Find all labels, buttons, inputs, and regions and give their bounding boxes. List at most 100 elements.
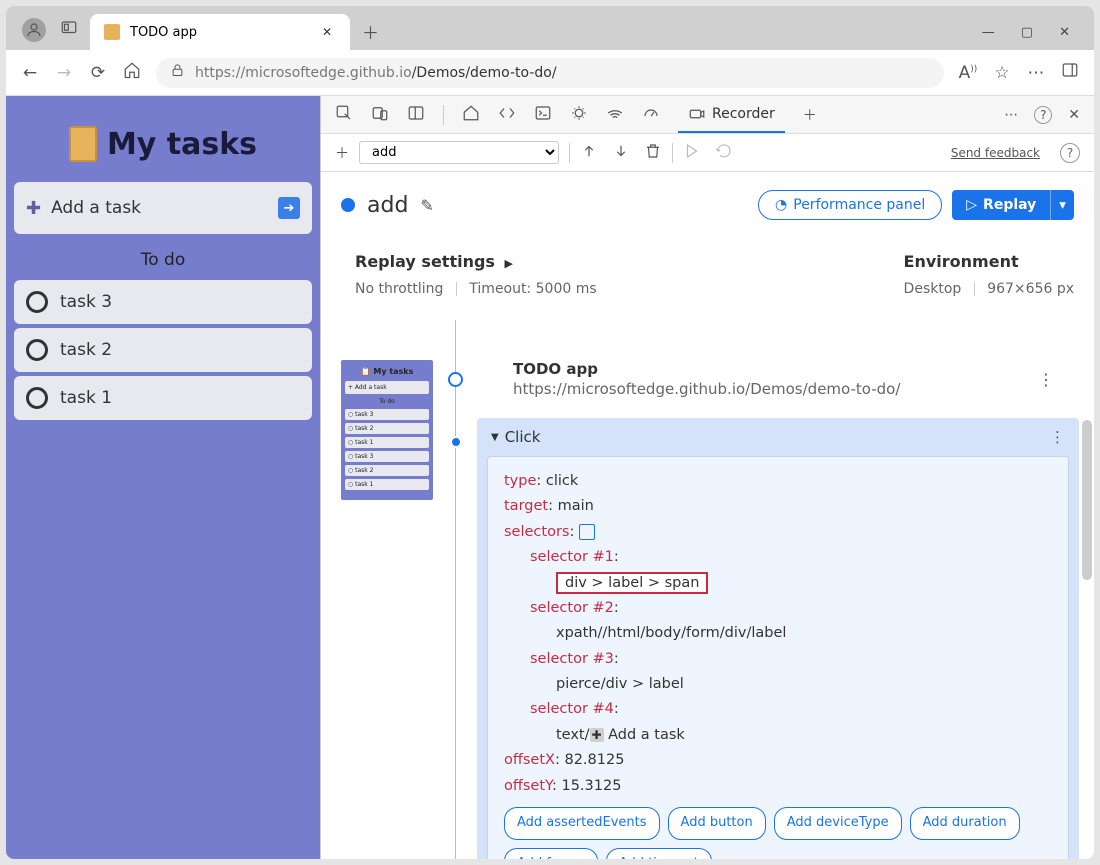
- help-icon[interactable]: ?: [1060, 143, 1080, 163]
- workspaces-icon[interactable]: [60, 19, 78, 41]
- settings-row: Replay settings ▶ No throttling Timeout:…: [321, 238, 1094, 320]
- task-checkbox[interactable]: [26, 339, 48, 361]
- step-url: https://microsoftedge.github.io/Demos/de…: [513, 380, 1064, 398]
- import-icon[interactable]: [612, 142, 630, 164]
- step-title: TODO app: [513, 360, 1064, 378]
- selector-1-input[interactable]: div > label > span: [556, 572, 708, 594]
- close-tab-icon[interactable]: ✕: [318, 23, 336, 41]
- devtools-close-icon[interactable]: ✕: [1068, 107, 1080, 123]
- delete-icon[interactable]: [644, 142, 662, 164]
- app-title: My tasks: [107, 127, 257, 162]
- step-more-icon[interactable]: ⋮: [1038, 370, 1054, 389]
- recording-header: add ✎ ◔Performance panel ▷Replay ▾: [321, 172, 1094, 238]
- timeline-area: 📋 My tasks + Add a task To do ○ task 3 ○…: [321, 320, 1094, 859]
- performance-panel-button[interactable]: ◔Performance panel: [758, 190, 942, 220]
- performance-tab-icon[interactable]: [642, 104, 660, 126]
- new-recording-button[interactable]: ＋: [335, 143, 349, 163]
- task-label: task 1: [60, 388, 112, 408]
- play-icon: ▷: [966, 197, 977, 213]
- replay-dropdown[interactable]: ▾: [1050, 190, 1074, 220]
- recorder-tab[interactable]: Recorder: [678, 96, 785, 133]
- browser-tab[interactable]: TODO app ✕: [90, 14, 350, 50]
- click-more-icon[interactable]: ⋮: [1050, 428, 1065, 446]
- click-step-body: type: click target: main selectors: sele…: [487, 456, 1069, 859]
- timeout-value: Timeout: 5000 ms: [469, 281, 596, 297]
- close-window-button[interactable]: ✕: [1059, 25, 1070, 40]
- clipboard-icon: [69, 126, 97, 162]
- selector-3-value[interactable]: pierce/div > label: [504, 672, 1052, 697]
- profile-icon[interactable]: [22, 18, 46, 42]
- selector-2-value[interactable]: xpath//html/body/form/div/label: [504, 621, 1052, 646]
- back-button[interactable]: ←: [20, 63, 40, 83]
- add-property-chip[interactable]: Add assertedEvents: [504, 807, 660, 840]
- task-checkbox[interactable]: [26, 387, 48, 409]
- home-button[interactable]: [122, 61, 142, 84]
- timeline-node[interactable]: [448, 372, 463, 387]
- sidebar-toggle-icon[interactable]: [1060, 61, 1080, 84]
- task-label: task 2: [60, 340, 112, 360]
- refresh-button[interactable]: ⟳: [88, 63, 108, 83]
- replay-button[interactable]: ▷Replay: [952, 190, 1050, 220]
- continue-icon: [683, 142, 701, 164]
- read-aloud-icon[interactable]: A)): [958, 63, 978, 83]
- minimize-button[interactable]: —: [982, 25, 995, 40]
- send-feedback-link[interactable]: Send feedback: [951, 146, 1040, 160]
- recording-selector[interactable]: add: [359, 141, 559, 164]
- todo-app: My tasks ✚ Add a task ➔ To do task 3 task…: [6, 96, 320, 859]
- tab-favicon: [104, 24, 120, 40]
- menu-icon[interactable]: ⋯: [1026, 63, 1046, 83]
- devtools-tabbar: Recorder ＋ ⋯ ? ✕: [321, 96, 1094, 134]
- dock-icon[interactable]: [407, 104, 425, 126]
- section-heading: To do: [14, 244, 312, 270]
- inspect-icon[interactable]: [335, 104, 353, 126]
- task-label: task 3: [60, 292, 112, 312]
- add-property-chip[interactable]: Add button: [668, 807, 766, 840]
- export-icon[interactable]: [580, 142, 598, 164]
- selector-4-value[interactable]: text/✚ Add a task: [504, 723, 1052, 748]
- address-bar[interactable]: https://microsoftedge.github.io/Demos/de…: [156, 58, 944, 88]
- forward-button: →: [54, 63, 74, 83]
- favorite-icon[interactable]: ☆: [992, 63, 1012, 83]
- add-property-chip[interactable]: Add timeout: [606, 848, 712, 859]
- submit-arrow-icon[interactable]: ➔: [278, 197, 300, 219]
- network-tab-icon[interactable]: [606, 104, 624, 126]
- devtools-help-icon[interactable]: ?: [1034, 106, 1052, 124]
- more-tabs-button[interactable]: ＋: [803, 105, 817, 125]
- task-item[interactable]: task 2: [14, 328, 312, 372]
- plus-icon: ✚: [26, 198, 41, 219]
- replay-settings-heading[interactable]: Replay settings ▶: [355, 252, 597, 271]
- click-step-header[interactable]: ▼ Click ⋮: [477, 418, 1079, 456]
- step-icon: [715, 142, 733, 164]
- elements-tab-icon[interactable]: [498, 104, 516, 126]
- browser-tab-bar: TODO app ✕ ＋ — ▢ ✕: [6, 6, 1094, 50]
- task-item[interactable]: task 3: [14, 280, 312, 324]
- timeline-node-active[interactable]: [450, 436, 462, 448]
- add-task-label: Add a task: [51, 198, 268, 218]
- plus-chip-icon: ✚: [590, 728, 604, 742]
- browser-toolbar: ← → ⟳ https://microsoftedge.github.io/De…: [6, 50, 1094, 96]
- step-click: ▼ Click ⋮ type: click target: main selec…: [449, 418, 1079, 859]
- device-icon[interactable]: [371, 104, 389, 126]
- devtools-panel: Recorder ＋ ⋯ ? ✕ ＋ add: [320, 96, 1094, 859]
- task-checkbox[interactable]: [26, 291, 48, 313]
- console-tab-icon[interactable]: [534, 104, 552, 126]
- add-task-input[interactable]: ✚ Add a task ➔: [14, 182, 312, 234]
- add-property-chip[interactable]: Add duration: [910, 807, 1020, 840]
- recorder-toolbar: ＋ add Send feedback ?: [321, 134, 1094, 172]
- edit-name-icon[interactable]: ✎: [420, 196, 433, 215]
- scrollbar[interactable]: [1082, 420, 1092, 580]
- sources-tab-icon[interactable]: [570, 104, 588, 126]
- selector-picker-icon[interactable]: [579, 524, 595, 540]
- site-info-icon[interactable]: [170, 63, 185, 82]
- add-property-chip[interactable]: Add frame: [504, 848, 598, 859]
- environment-heading: Environment: [904, 252, 1074, 271]
- add-property-chip[interactable]: Add deviceType: [774, 807, 902, 840]
- maximize-button[interactable]: ▢: [1021, 25, 1033, 40]
- new-tab-button[interactable]: ＋: [350, 19, 391, 50]
- tab-title: TODO app: [130, 25, 308, 40]
- welcome-tab-icon[interactable]: [462, 104, 480, 126]
- env-device: Desktop: [904, 281, 962, 297]
- devtools-more-icon[interactable]: ⋯: [1004, 107, 1018, 123]
- page-thumbnail: 📋 My tasks + Add a task To do ○ task 3 ○…: [341, 360, 433, 500]
- task-item[interactable]: task 1: [14, 376, 312, 420]
